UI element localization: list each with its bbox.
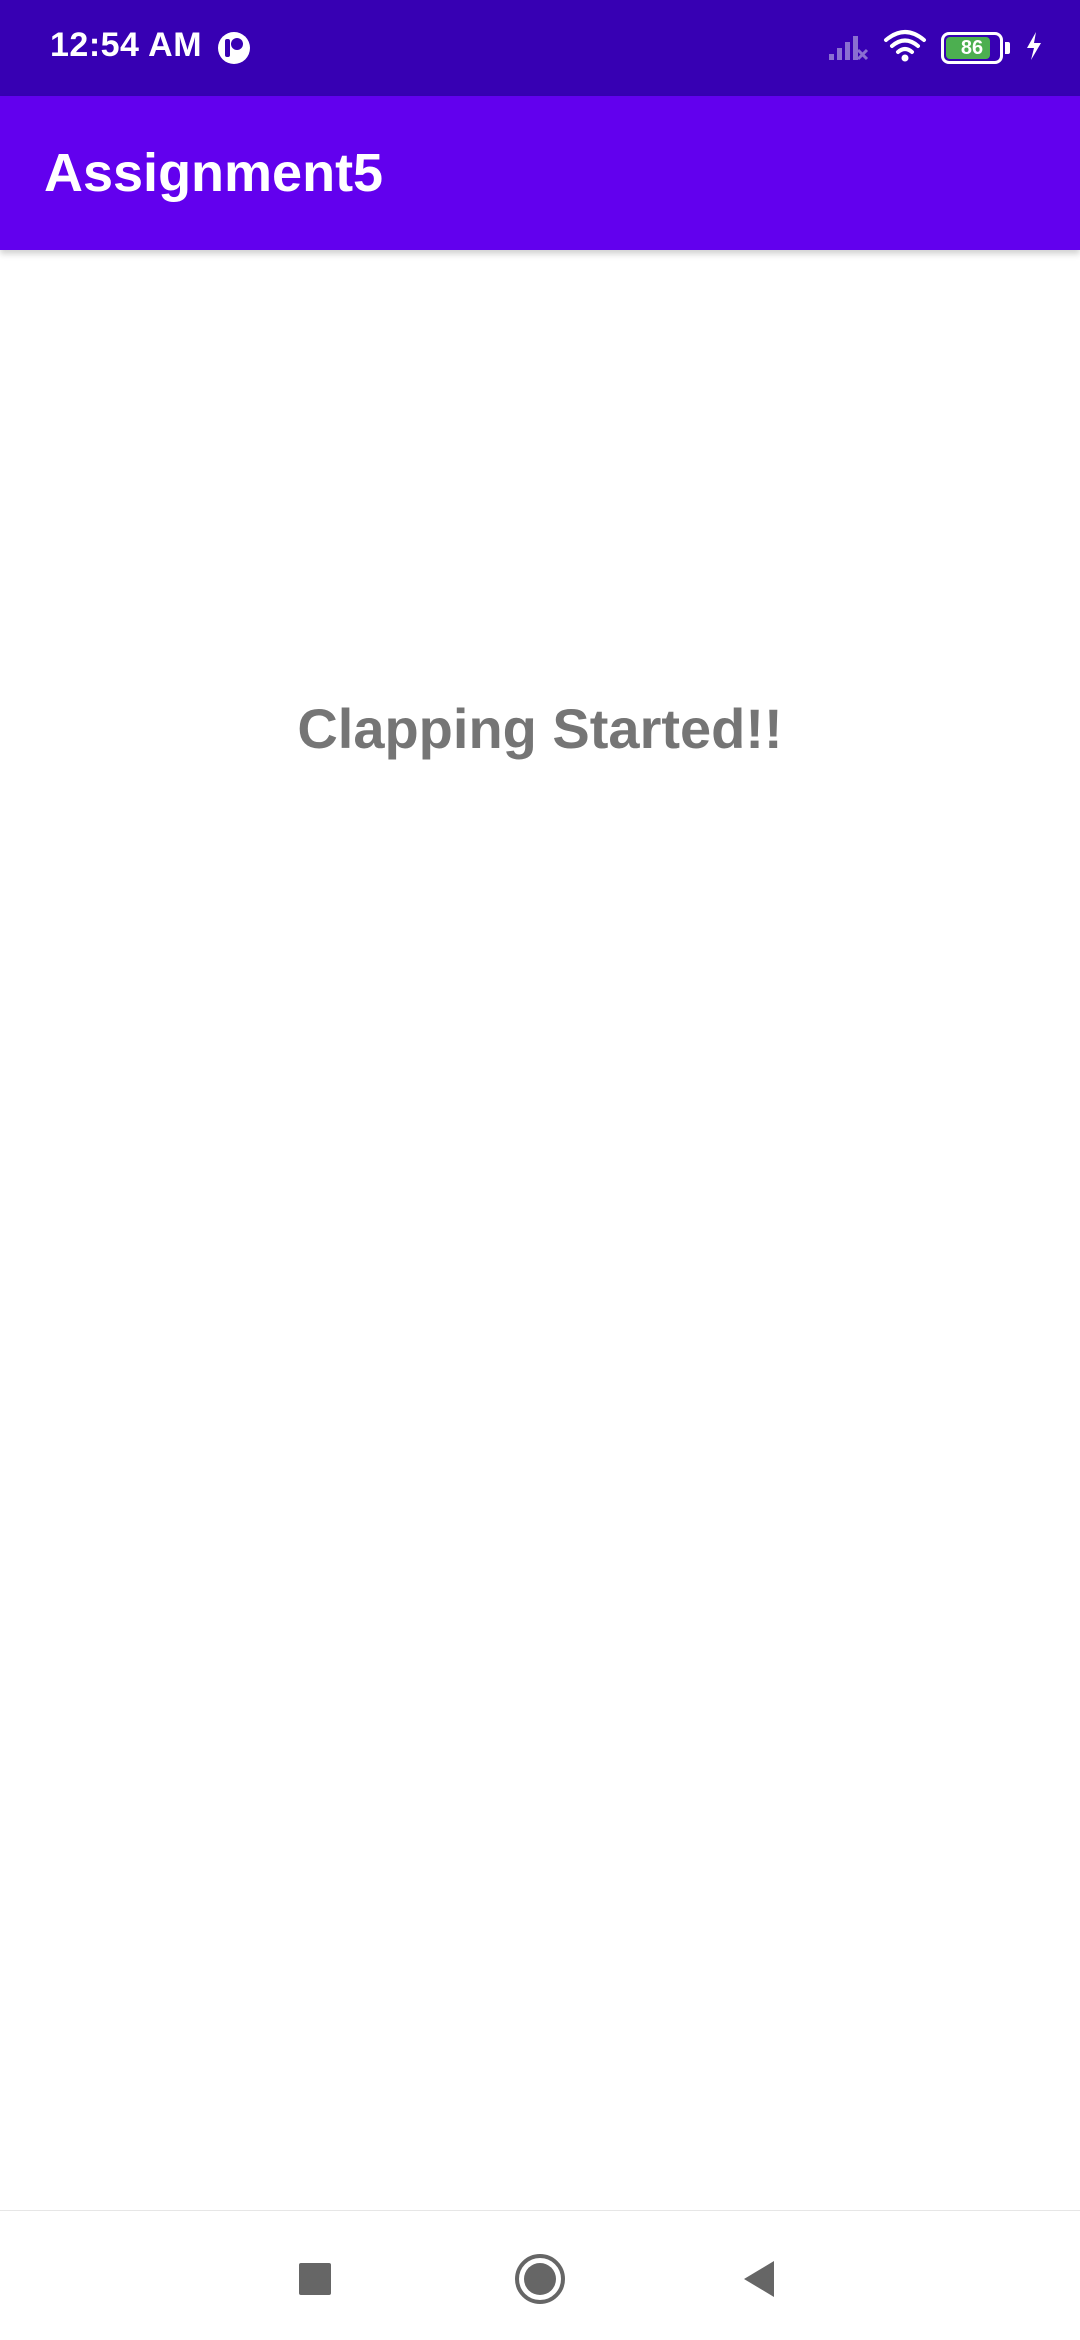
signal-off-icon (827, 30, 869, 67)
triangle-back-icon (744, 2261, 774, 2297)
charging-bolt-icon (1024, 31, 1044, 66)
back-button[interactable] (730, 2249, 790, 2309)
recents-button[interactable] (285, 2249, 345, 2309)
app-notification-icon (216, 30, 252, 66)
app-title: Assignment5 (44, 143, 384, 203)
app-bar: Assignment5 (0, 96, 1080, 250)
navigation-bar (0, 2210, 1080, 2340)
status-bar: 12:54 AM 86 (0, 0, 1080, 96)
wifi-icon (883, 29, 927, 68)
home-button[interactable] (510, 2249, 570, 2309)
screen: 12:54 AM 86 Assignment5 Clapping Started… (0, 0, 1080, 2340)
status-time: 12:54 AM (50, 26, 203, 64)
battery-level: 86 (960, 37, 984, 59)
clapping-status-text: Clapping Started!! (297, 697, 783, 760)
battery-icon: 86 (941, 32, 1003, 64)
battery-nub (1005, 42, 1010, 54)
square-icon (299, 2263, 331, 2295)
circle-home-icon (515, 2254, 565, 2304)
status-icons: 86 (827, 26, 1044, 70)
